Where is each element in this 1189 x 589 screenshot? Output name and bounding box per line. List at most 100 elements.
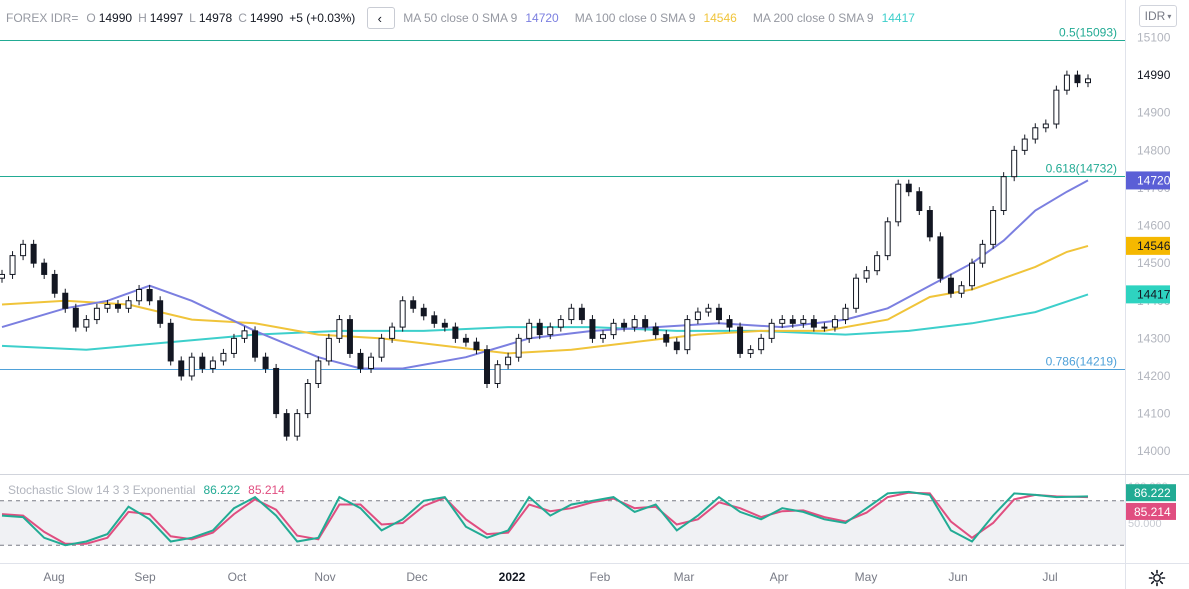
x-tick-label: May bbox=[855, 570, 878, 584]
symbol-name[interactable]: FOREX IDR= bbox=[6, 11, 78, 25]
y-tick-label: 14200 bbox=[1137, 369, 1171, 383]
candle-body bbox=[916, 191, 923, 212]
fib-level-label: 0.786(14219) bbox=[1046, 355, 1117, 369]
candle-body bbox=[1021, 138, 1028, 151]
candle-body bbox=[188, 356, 195, 377]
candle-body bbox=[114, 304, 121, 309]
currency-select[interactable]: IDR ▾ bbox=[1139, 5, 1177, 27]
candle-body bbox=[958, 285, 965, 294]
x-tick-label: 2022 bbox=[499, 570, 526, 584]
candle-body bbox=[315, 360, 322, 385]
ma100-axis-label: 14546 bbox=[1137, 239, 1171, 253]
chevron-left-icon: ‹ bbox=[377, 10, 382, 26]
candle-body bbox=[926, 210, 933, 238]
collapse-legend-button[interactable]: ‹ bbox=[367, 7, 396, 29]
candle-body bbox=[726, 319, 733, 328]
candle-body bbox=[167, 322, 174, 362]
ma50-value: 14720 bbox=[525, 11, 559, 25]
candle-body bbox=[947, 277, 954, 294]
x-tick-label: Aug bbox=[43, 570, 64, 584]
candle-body bbox=[599, 334, 606, 339]
candle-body bbox=[178, 360, 185, 377]
candle-body bbox=[484, 349, 491, 385]
candle-body bbox=[473, 341, 480, 351]
candle-body bbox=[853, 277, 860, 309]
candle-body bbox=[810, 319, 817, 328]
candle-body bbox=[979, 243, 986, 264]
ma50-line bbox=[1, 179, 1089, 370]
x-tick-label: Sep bbox=[134, 570, 156, 584]
settings-gear-icon[interactable] bbox=[1148, 569, 1166, 587]
candle-body bbox=[41, 262, 48, 275]
ma100-label[interactable]: MA 100 close 0 SMA 9 bbox=[575, 11, 696, 25]
candle-body bbox=[262, 356, 269, 369]
candle-body bbox=[589, 319, 596, 339]
stoch-d-value: 85.214 bbox=[248, 483, 285, 497]
candle-body bbox=[652, 326, 659, 336]
candle-body bbox=[220, 352, 227, 362]
candle-body bbox=[410, 300, 417, 309]
candle-body bbox=[1053, 89, 1060, 125]
candle-body bbox=[283, 413, 290, 437]
candle-body bbox=[642, 319, 649, 328]
close-label: C bbox=[238, 11, 247, 25]
currency-select-label: IDR bbox=[1144, 9, 1166, 23]
candle-body bbox=[72, 307, 79, 328]
candle-body bbox=[462, 337, 469, 343]
candle-body bbox=[557, 319, 564, 328]
candle-body bbox=[1042, 123, 1049, 129]
candle-body bbox=[273, 367, 280, 415]
x-tick-label: Jun bbox=[948, 570, 967, 584]
high-value: 14997 bbox=[149, 11, 184, 25]
candle-body bbox=[758, 337, 765, 351]
x-tick-label: Apr bbox=[770, 570, 789, 584]
y-tick-label: 14800 bbox=[1137, 143, 1171, 157]
last-price-label: 14990 bbox=[1137, 68, 1171, 82]
candle-body bbox=[389, 326, 396, 339]
candle-body bbox=[884, 221, 891, 257]
fib-level-label: 0.5(15093) bbox=[1059, 26, 1117, 40]
candle-body bbox=[547, 326, 554, 336]
candle-body bbox=[800, 319, 807, 324]
candle-body bbox=[1000, 176, 1007, 212]
candle-body bbox=[93, 307, 100, 321]
open-value: 14990 bbox=[98, 11, 133, 25]
candle-body bbox=[378, 337, 385, 358]
high-label: H bbox=[138, 11, 147, 25]
ma200-label[interactable]: MA 200 close 0 SMA 9 bbox=[753, 11, 874, 25]
close-value: 14990 bbox=[249, 11, 284, 25]
candle-body bbox=[610, 322, 617, 336]
candle-body bbox=[621, 322, 628, 328]
y-tick-label: 14900 bbox=[1137, 106, 1171, 120]
candle-body bbox=[747, 349, 754, 354]
stochastic-legend: Stochastic Slow 14 3 3 Exponential 86.22… bbox=[8, 483, 285, 497]
chart-legend: FOREX IDR= O 14990 H 14997 L 14978 C 14990 +… bbox=[6, 7, 931, 29]
candle-body bbox=[357, 352, 364, 369]
candle-body bbox=[895, 183, 902, 223]
candle-body bbox=[20, 243, 27, 257]
ma100-value: 14546 bbox=[703, 11, 737, 25]
candle-body bbox=[125, 300, 132, 309]
candle-body bbox=[694, 311, 701, 321]
stoch-k-value: 86.222 bbox=[203, 483, 241, 497]
candle-body bbox=[30, 243, 37, 264]
candle-body bbox=[199, 356, 206, 369]
stochastic-label[interactable]: Stochastic Slow 14 3 3 Exponential bbox=[8, 483, 195, 497]
ma50-label[interactable]: MA 50 close 0 SMA 9 bbox=[403, 11, 517, 25]
open-label: O bbox=[86, 11, 96, 25]
candle-body bbox=[705, 307, 712, 313]
candle-body bbox=[673, 341, 680, 351]
stoch-d-axis-label: 85.214 bbox=[1134, 505, 1171, 519]
candle-body bbox=[737, 326, 744, 354]
candle-body bbox=[136, 288, 143, 302]
candle-body bbox=[1011, 149, 1018, 178]
candle-body bbox=[779, 319, 786, 324]
candle-body bbox=[842, 307, 849, 321]
price-chart[interactable]: 1510014900148001470014600145001440014300… bbox=[0, 0, 1189, 589]
y-tick-label: 14300 bbox=[1137, 331, 1171, 345]
low-value: 14978 bbox=[198, 11, 233, 25]
x-tick-label: Feb bbox=[590, 570, 611, 584]
y-tick-label: 14500 bbox=[1137, 256, 1171, 270]
candle-body bbox=[578, 307, 585, 321]
candle-body bbox=[241, 330, 248, 339]
